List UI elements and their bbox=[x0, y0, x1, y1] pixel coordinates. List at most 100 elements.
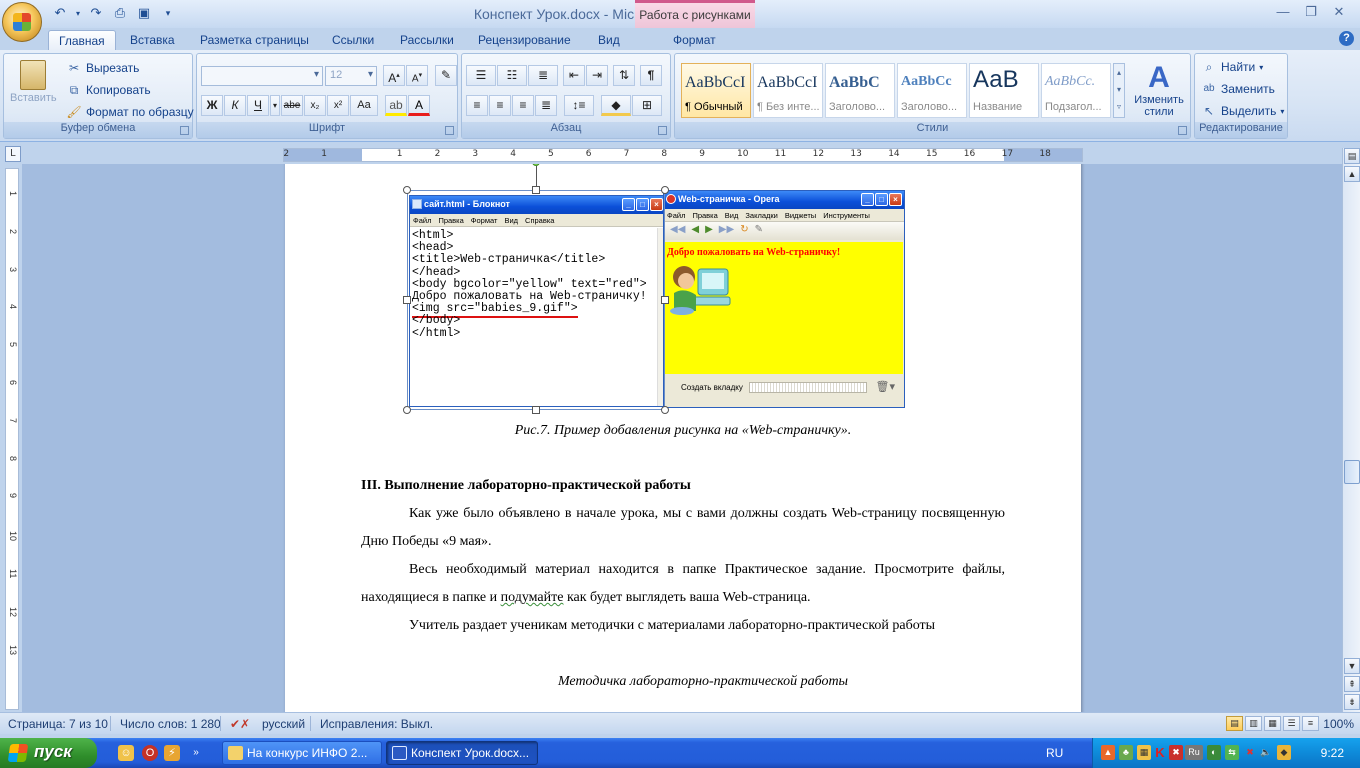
tab-selector[interactable]: L bbox=[5, 146, 21, 162]
previous-page-icon[interactable]: ⇞ bbox=[1344, 676, 1360, 692]
resize-handle-s[interactable] bbox=[532, 406, 540, 414]
font-launcher-icon[interactable] bbox=[445, 126, 454, 135]
inserted-picture[interactable]: сайт.html - Блокнот _ □ × Файл Правка Форм… bbox=[403, 164, 905, 414]
view-ruler-icon[interactable]: ▤ bbox=[1344, 148, 1360, 164]
language-indicator[interactable]: русский bbox=[262, 717, 305, 731]
tray-app-icon[interactable]: ▲ bbox=[1101, 745, 1115, 760]
vertical-scrollbar[interactable]: ▤ ▲ ▼ ⇞ ⇟ bbox=[1342, 148, 1360, 712]
shrink-font-icon[interactable]: A▾ bbox=[406, 65, 428, 86]
underline-dropdown-icon[interactable]: ▾ bbox=[270, 95, 280, 116]
change-styles-button[interactable]: A Изменить стили bbox=[1131, 62, 1187, 119]
tray-app-icon[interactable]: ♣ bbox=[1119, 745, 1133, 760]
style-heading-2[interactable]: AaBbCc Заголово... bbox=[897, 63, 967, 118]
kaspersky-icon[interactable]: K bbox=[1153, 745, 1167, 760]
align-left-icon[interactable]: ≡ bbox=[466, 95, 488, 116]
next-page-icon[interactable]: ⇟ bbox=[1344, 694, 1360, 710]
change-case-button[interactable]: Aa bbox=[350, 95, 378, 116]
quicklaunch-icon[interactable]: ⚡ bbox=[164, 745, 180, 761]
taskbar-item-word[interactable]: Конспект Урок.docx... bbox=[386, 741, 538, 765]
style-heading-1[interactable]: AaBbC Заголово... bbox=[825, 63, 895, 118]
document-page[interactable]: сайт.html - Блокнот _ □ × Файл Правка Форм… bbox=[285, 164, 1081, 712]
help-icon[interactable]: ? bbox=[1339, 31, 1354, 46]
input-language[interactable]: RU bbox=[1046, 746, 1063, 760]
grammar-marked-word[interactable]: подумайте bbox=[501, 590, 564, 605]
track-changes-indicator[interactable]: Исправления: Выкл. bbox=[320, 717, 433, 731]
spell-check-icon[interactable]: ✔✗ bbox=[230, 717, 250, 731]
taskbar-item-folder[interactable]: На конкурс ИНФО 2... bbox=[222, 741, 382, 765]
line-spacing-icon[interactable]: ↕≡ bbox=[564, 95, 594, 116]
tab-mailings[interactable]: Рассылки bbox=[390, 30, 464, 51]
resize-handle-sw[interactable] bbox=[403, 406, 411, 414]
paragraph-launcher-icon[interactable] bbox=[658, 126, 667, 135]
tab-home[interactable]: Главная bbox=[48, 30, 116, 51]
resize-handle-w[interactable] bbox=[403, 296, 411, 304]
tab-insert[interactable]: Вставка bbox=[120, 30, 185, 51]
resize-handle-e[interactable] bbox=[661, 296, 669, 304]
language-bar-icon[interactable]: Ru bbox=[1185, 745, 1203, 760]
disconnected-icon[interactable]: ✖ bbox=[1243, 745, 1257, 760]
tab-format[interactable]: Формат bbox=[663, 30, 726, 51]
clipboard-launcher-icon[interactable] bbox=[180, 126, 189, 135]
replace-button[interactable]: ab Заменить bbox=[1201, 81, 1275, 97]
web-layout-icon[interactable]: ▦ bbox=[1264, 716, 1281, 731]
style-subtitle[interactable]: AaBbCc. Подзагол... bbox=[1041, 63, 1111, 118]
start-button[interactable]: пуск bbox=[0, 738, 97, 768]
superscript-button[interactable]: x² bbox=[327, 95, 349, 116]
justify-icon[interactable]: ≣ bbox=[535, 95, 557, 116]
word-count[interactable]: Число слов: 1 280 bbox=[120, 717, 221, 731]
clear-formatting-icon[interactable]: ✎ bbox=[435, 65, 457, 86]
opera-quicklaunch-icon[interactable]: O bbox=[142, 745, 158, 761]
underline-button[interactable]: Ч bbox=[247, 95, 269, 116]
scroll-down-icon[interactable]: ▼ bbox=[1344, 658, 1360, 674]
subscript-button[interactable]: x₂ bbox=[304, 95, 326, 116]
scroll-thumb[interactable] bbox=[1344, 460, 1360, 484]
tab-page-layout[interactable]: Разметка страницы bbox=[190, 30, 319, 51]
vertical-ruler[interactable]: 1 2 3 4 5 6 7 8 9 10 11 12 13 bbox=[5, 168, 19, 710]
increase-indent-icon[interactable]: ⇥ bbox=[586, 65, 608, 86]
tray-app-icon[interactable]: ✖ bbox=[1169, 745, 1183, 760]
find-button[interactable]: ⌕ Найти ▾ bbox=[1201, 59, 1264, 75]
style-title[interactable]: АаВ Название bbox=[969, 63, 1039, 118]
show-more-icon[interactable]: » bbox=[188, 745, 204, 761]
network-icon[interactable]: ⇆ bbox=[1225, 745, 1239, 760]
tab-view[interactable]: Вид bbox=[588, 30, 630, 51]
scroll-up-icon[interactable]: ▲ bbox=[1344, 166, 1360, 182]
resize-handle-ne[interactable] bbox=[661, 186, 669, 194]
volume-icon[interactable]: 🔈 bbox=[1259, 745, 1273, 760]
paste-button[interactable]: Вставить bbox=[10, 60, 57, 104]
align-center-icon[interactable]: ≡ bbox=[489, 95, 511, 116]
show-formatting-marks-icon[interactable]: ¶ bbox=[640, 65, 662, 86]
full-screen-reading-icon[interactable]: ▥ bbox=[1245, 716, 1262, 731]
format-painter-button[interactable]: 🖌 Формат по образцу bbox=[66, 104, 193, 120]
tray-app-icon[interactable]: ◐ bbox=[1207, 745, 1221, 760]
highlight-color-icon[interactable]: ab bbox=[385, 95, 407, 116]
bullets-icon[interactable]: ☰ bbox=[466, 65, 496, 86]
horizontal-ruler[interactable]: 2 1 1 2 3 4 5 6 7 8 9 10 11 12 13 14 15 16 17 18 bbox=[283, 148, 1083, 162]
minimize-button[interactable]: — bbox=[1270, 4, 1296, 22]
style-normal[interactable]: AaBbCcI ¶ Обычный bbox=[681, 63, 751, 118]
cut-button[interactable]: ✂ Вырезать bbox=[66, 60, 139, 76]
tray-app-icon[interactable]: ▦ bbox=[1137, 745, 1151, 760]
multilevel-list-icon[interactable]: ≣ bbox=[528, 65, 558, 86]
resize-handle-n[interactable] bbox=[532, 186, 540, 194]
tab-references[interactable]: Ссылки bbox=[322, 30, 384, 51]
font-color-icon[interactable]: A bbox=[408, 95, 430, 116]
quicklaunch-icon[interactable]: ☺ bbox=[118, 745, 134, 761]
grow-font-icon[interactable]: A▴ bbox=[383, 65, 405, 86]
strikethrough-button[interactable]: abe bbox=[281, 95, 303, 116]
select-button[interactable]: ↖ Выделить ▾ bbox=[1201, 103, 1284, 119]
resize-handle-nw[interactable] bbox=[403, 186, 411, 194]
styles-gallery-scroll[interactable]: ▴ ▾ ▿ bbox=[1113, 63, 1125, 118]
copy-button[interactable]: ⧉ Копировать bbox=[66, 82, 151, 98]
numbering-icon[interactable]: ☷ bbox=[497, 65, 527, 86]
draft-view-icon[interactable]: ≡ bbox=[1302, 716, 1319, 731]
office-button[interactable] bbox=[2, 2, 42, 42]
styles-launcher-icon[interactable] bbox=[1178, 126, 1187, 135]
restore-button[interactable]: ❐ bbox=[1298, 4, 1324, 22]
page-indicator[interactable]: Страница: 7 из 10 bbox=[8, 717, 108, 731]
style-no-spacing[interactable]: AaBbCcI ¶ Без инте... bbox=[753, 63, 823, 118]
shading-icon[interactable]: ◆ bbox=[601, 95, 631, 116]
tab-review[interactable]: Рецензирование bbox=[468, 30, 581, 51]
borders-icon[interactable]: ⊞ bbox=[632, 95, 662, 116]
font-size-combo[interactable]: 12 bbox=[325, 66, 377, 86]
